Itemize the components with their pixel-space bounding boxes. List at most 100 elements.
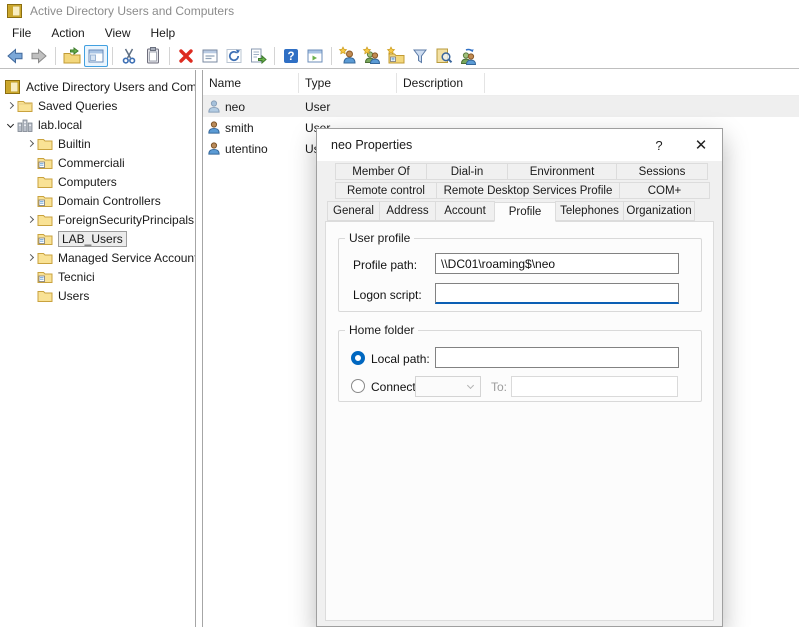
- profile-path-input[interactable]: [435, 253, 679, 274]
- window-title: Active Directory Users and Computers: [30, 4, 234, 18]
- tab-environment[interactable]: Environment: [507, 163, 617, 180]
- tab-organization[interactable]: Organization: [623, 201, 695, 221]
- connect-radio[interactable]: [351, 379, 365, 393]
- show-console-tree-button[interactable]: [84, 45, 108, 67]
- new-ou-button[interactable]: [384, 45, 408, 67]
- folder-icon: [37, 251, 53, 265]
- chevron-down-icon: [467, 381, 474, 388]
- tree-item-lab-users[interactable]: LAB_Users: [0, 229, 195, 248]
- forward-icon: [29, 46, 49, 66]
- console-tree-icon: [86, 46, 106, 66]
- menu-bar: File Action View Help: [0, 22, 799, 43]
- back-button[interactable]: [3, 45, 27, 67]
- tab-telephones[interactable]: Telephones: [555, 201, 624, 221]
- tree-item-computers[interactable]: Computers: [0, 172, 195, 191]
- tab-rds-profile[interactable]: Remote Desktop Services Profile: [436, 182, 620, 199]
- svg-text:?: ?: [287, 51, 294, 63]
- new-user-button[interactable]: [336, 45, 360, 67]
- tree-item-domain-controllers[interactable]: Domain Controllers: [0, 191, 195, 210]
- export-list-button[interactable]: [246, 45, 270, 67]
- chevron-down-icon[interactable]: [6, 121, 13, 128]
- new-ou-icon: [386, 46, 406, 66]
- neo-properties-dialog: neo Properties ? ✕ Member Of Dial-in Env…: [316, 128, 723, 627]
- add-to-group-button[interactable]: [456, 45, 480, 67]
- chevron-right-icon[interactable]: [26, 254, 33, 261]
- tree-item-managed-service-accounts[interactable]: Managed Service Accounts: [0, 248, 195, 267]
- tab-profile[interactable]: Profile: [494, 202, 556, 222]
- drive-letter-select[interactable]: [415, 376, 481, 397]
- console-tree-pane: Active Directory Users and Computers Sav…: [0, 70, 196, 627]
- tree-item-lab-local[interactable]: lab.local: [0, 115, 195, 134]
- local-path-radio[interactable]: [351, 351, 365, 365]
- home-folder-groupbox: Home folder Local path: Connect: To:: [338, 330, 702, 402]
- tree-item-builtin[interactable]: Builtin: [0, 134, 195, 153]
- tree-item-tecnici[interactable]: Tecnici: [0, 267, 195, 286]
- list-row-neo[interactable]: neo User: [203, 96, 799, 117]
- logon-script-input[interactable]: [435, 283, 679, 304]
- menu-file[interactable]: File: [2, 24, 41, 42]
- properties-icon: [200, 46, 220, 66]
- menu-help[interactable]: Help: [141, 24, 186, 42]
- tab-general[interactable]: General: [327, 201, 380, 221]
- new-group-button[interactable]: [360, 45, 384, 67]
- tab-address[interactable]: Address: [379, 201, 436, 221]
- up-one-level-button[interactable]: [60, 45, 84, 67]
- paste-icon: [143, 46, 163, 66]
- user-icon: [206, 120, 221, 135]
- user-icon: [206, 99, 221, 114]
- column-header-description[interactable]: Description: [397, 73, 485, 93]
- user-profile-groupbox: User profile Profile path: Logon script:: [338, 238, 702, 312]
- tab-row-2: Remote control Remote Desktop Services P…: [317, 182, 722, 199]
- tab-remote-control[interactable]: Remote control: [335, 182, 437, 199]
- tree-item-saved-queries[interactable]: Saved Queries: [0, 96, 195, 115]
- chevron-right-icon[interactable]: [26, 140, 33, 147]
- tab-account[interactable]: Account: [435, 201, 495, 221]
- tab-sessions[interactable]: Sessions: [616, 163, 708, 180]
- chevron-right-icon[interactable]: [26, 216, 33, 223]
- tab-com-plus[interactable]: COM+: [619, 182, 710, 199]
- mmc-window: Active Directory Users and Computers Fil…: [0, 0, 799, 627]
- menu-action[interactable]: Action: [41, 24, 94, 42]
- console-window-icon: [305, 46, 325, 66]
- paste-button[interactable]: [141, 45, 165, 67]
- filter-icon: [410, 46, 430, 66]
- find-button[interactable]: [432, 45, 456, 67]
- column-header-name[interactable]: Name: [203, 73, 299, 93]
- folder-icon: [17, 99, 33, 113]
- tree-item-users[interactable]: Users: [0, 286, 195, 305]
- tree-item-foreign-security-principals[interactable]: ForeignSecurityPrincipals: [0, 210, 195, 229]
- toolbar-separator: [55, 47, 56, 65]
- dialog-close-button[interactable]: ✕: [680, 129, 722, 161]
- profile-tab-page: User profile Profile path: Logon script:…: [325, 221, 714, 621]
- menu-view[interactable]: View: [95, 24, 141, 42]
- forward-button[interactable]: [27, 45, 51, 67]
- ou-folder-icon: [37, 270, 53, 284]
- tree-item-root[interactable]: Active Directory Users and Computers: [0, 77, 195, 96]
- help-button[interactable]: ?: [279, 45, 303, 67]
- tab-member-of[interactable]: Member Of: [335, 163, 427, 180]
- filter-button[interactable]: [408, 45, 432, 67]
- folder-icon: [37, 175, 53, 189]
- title-bar: Active Directory Users and Computers: [0, 0, 799, 22]
- folder-icon: [37, 137, 53, 151]
- chevron-right-icon[interactable]: [6, 102, 13, 109]
- user-icon: [206, 141, 221, 156]
- tree-item-commerciali[interactable]: Commerciali: [0, 153, 195, 172]
- column-header-type[interactable]: Type: [299, 73, 397, 93]
- refresh-button[interactable]: [222, 45, 246, 67]
- ou-folder-icon: [37, 156, 53, 170]
- local-path-input[interactable]: [435, 347, 679, 368]
- connect-label: Connect:: [371, 380, 419, 394]
- console-root-icon: [5, 80, 21, 94]
- selected-tree-label: LAB_Users: [58, 231, 127, 247]
- connect-to-input[interactable]: [511, 376, 678, 397]
- delete-button[interactable]: [174, 45, 198, 67]
- refresh-icon: [224, 46, 244, 66]
- properties-button[interactable]: [198, 45, 222, 67]
- up-folder-icon: [62, 46, 82, 66]
- cut-button[interactable]: [117, 45, 141, 67]
- new-window-button[interactable]: [303, 45, 327, 67]
- tab-dial-in[interactable]: Dial-in: [426, 163, 508, 180]
- add-to-group-icon: [458, 46, 478, 66]
- dialog-help-button[interactable]: ?: [638, 129, 680, 161]
